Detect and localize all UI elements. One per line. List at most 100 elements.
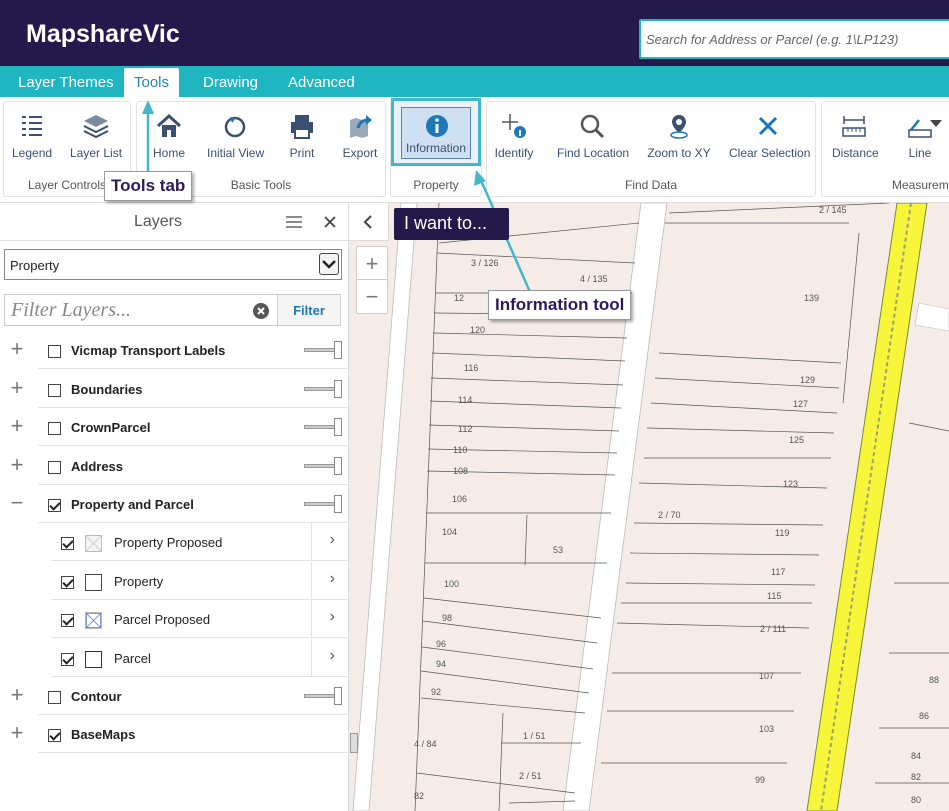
- tab-drawing[interactable]: Drawing: [203, 74, 258, 91]
- tab-advanced[interactable]: Advanced: [288, 74, 355, 91]
- layer-row-boundaries: + Boundaries: [0, 370, 349, 408]
- close-panel-icon[interactable]: [324, 216, 336, 228]
- parcel-label: 106: [452, 494, 467, 504]
- chevron-right-icon[interactable]: ›: [330, 570, 335, 588]
- sublayer-name: Parcel: [114, 651, 151, 666]
- home-icon: [156, 113, 182, 137]
- magnifier-icon: [580, 114, 605, 139]
- tab-layer-themes[interactable]: Layer Themes: [18, 74, 114, 91]
- information-button-highlight[interactable]: Information: [391, 98, 481, 166]
- parcel-label: 92: [431, 687, 441, 697]
- zoom-in-button[interactable]: +: [357, 247, 387, 280]
- tab-bar: Layer Themes Tools Drawing Advanced: [0, 66, 949, 97]
- chevron-right-icon[interactable]: ›: [330, 647, 335, 665]
- layer-row-property-and-parcel: − Property and Parcel: [0, 485, 349, 523]
- expand-icon[interactable]: +: [9, 336, 25, 362]
- find-location-label: Find Location: [557, 146, 630, 160]
- parcel-label: 2 / 70: [658, 510, 681, 520]
- refresh-icon: [224, 116, 246, 138]
- layers-icon: [83, 115, 109, 139]
- measure-dropdown-arrow[interactable]: [930, 120, 942, 127]
- parcel-label: 94: [436, 659, 446, 669]
- chevron-right-icon[interactable]: ›: [330, 608, 335, 626]
- search-box[interactable]: [639, 19, 949, 59]
- opacity-slider[interactable]: [304, 418, 342, 436]
- tools-tab-callout: Tools tab: [104, 171, 193, 201]
- parcel-label: 120: [470, 325, 485, 335]
- zoom-to-xy-button[interactable]: Zoom to XY: [647, 112, 711, 160]
- parcel-label: 4 / 84: [414, 739, 437, 749]
- parcel-label: 86: [919, 711, 929, 721]
- print-icon: [291, 115, 313, 139]
- legend-button[interactable]: Legend: [12, 112, 52, 160]
- expand-icon[interactable]: +: [9, 375, 25, 401]
- distance-label: Distance: [832, 146, 879, 160]
- group-label-measurement: Measureme: [892, 178, 949, 192]
- layer-checkbox[interactable]: [48, 499, 61, 512]
- theme-select[interactable]: Property: [4, 249, 342, 280]
- select-dropdown-arrow[interactable]: [319, 253, 339, 275]
- search-input[interactable]: [641, 21, 949, 57]
- parcel-label: 2 / 145: [819, 205, 847, 215]
- distance-button[interactable]: Distance: [832, 112, 879, 160]
- theme-select-value: Property: [10, 258, 60, 273]
- expand-icon[interactable]: +: [9, 452, 25, 478]
- layer-checkbox[interactable]: [48, 729, 61, 742]
- layer-checkbox[interactable]: [48, 384, 61, 397]
- opacity-slider[interactable]: [304, 341, 342, 359]
- parcel-label: 125: [789, 435, 804, 445]
- sublayer-row-parcel: Parcel ›: [0, 639, 349, 677]
- identify-icon: [502, 114, 526, 138]
- filter-layers-input[interactable]: Filter Layers...: [4, 294, 277, 326]
- i-want-to-button[interactable]: I want to...: [394, 208, 509, 240]
- export-button[interactable]: Export: [340, 112, 380, 160]
- layer-name: BaseMaps: [71, 727, 136, 742]
- layer-list-button[interactable]: Layer List: [70, 112, 122, 160]
- map-canvas[interactable]: 2 / 145 3 / 126 4 / 135 139 12 120 116 1…: [349, 203, 949, 811]
- information-button[interactable]: Information: [401, 107, 471, 159]
- initial-view-button[interactable]: Initial View: [207, 112, 264, 160]
- expand-icon[interactable]: +: [9, 413, 25, 439]
- parcel-label: 103: [759, 724, 774, 734]
- layer-checkbox[interactable]: [48, 691, 61, 704]
- opacity-slider[interactable]: [304, 380, 342, 398]
- expand-icon[interactable]: +: [9, 682, 25, 708]
- layer-checkbox[interactable]: [48, 422, 61, 435]
- collapse-icon[interactable]: −: [9, 490, 25, 516]
- identify-button[interactable]: Identify: [493, 112, 535, 160]
- tab-tools[interactable]: Tools: [124, 68, 180, 97]
- sublayer-checkbox[interactable]: [61, 576, 74, 589]
- panel-resize-handle[interactable]: [350, 733, 358, 753]
- opacity-slider[interactable]: [304, 457, 342, 475]
- sublayer-checkbox[interactable]: [61, 653, 74, 666]
- map-view[interactable]: 2 / 145 3 / 126 4 / 135 139 12 120 116 1…: [349, 203, 949, 811]
- opacity-slider[interactable]: [304, 495, 342, 513]
- find-location-button[interactable]: Find Location: [557, 112, 630, 160]
- clear-filter-icon[interactable]: [253, 303, 269, 319]
- home-button[interactable]: Home: [151, 112, 187, 160]
- parcel-label: 98: [442, 613, 452, 623]
- clear-selection-button[interactable]: Clear Selection: [729, 112, 810, 160]
- opacity-slider[interactable]: [304, 687, 342, 705]
- layer-checkbox[interactable]: [48, 345, 61, 358]
- collapse-panel-button[interactable]: [349, 203, 389, 241]
- parcel-label: 3 / 126: [471, 258, 499, 268]
- zoom-out-button[interactable]: −: [357, 280, 387, 313]
- print-button[interactable]: Print: [287, 112, 317, 160]
- filter-button[interactable]: Filter: [277, 294, 341, 326]
- parcel-label: 2 / 111: [760, 624, 786, 634]
- hamburger-menu-icon[interactable]: [286, 215, 302, 229]
- parcel-label: 129: [800, 375, 815, 385]
- layer-name: Vicmap Transport Labels: [71, 343, 226, 358]
- group-label-find-data: Find Data: [624, 178, 678, 192]
- expand-icon[interactable]: +: [9, 720, 25, 746]
- sublayer-checkbox[interactable]: [61, 537, 74, 550]
- parcel-label: 114: [458, 395, 472, 405]
- layer-list-label: Layer List: [70, 146, 123, 160]
- print-label: Print: [289, 146, 315, 160]
- sublayer-checkbox[interactable]: [61, 614, 74, 627]
- chevron-right-icon[interactable]: ›: [330, 531, 335, 549]
- layer-checkbox[interactable]: [48, 461, 61, 474]
- group-find-data: Identify Find Location Zoom to XY Clear …: [486, 101, 816, 197]
- parcel-label: 53: [553, 545, 563, 555]
